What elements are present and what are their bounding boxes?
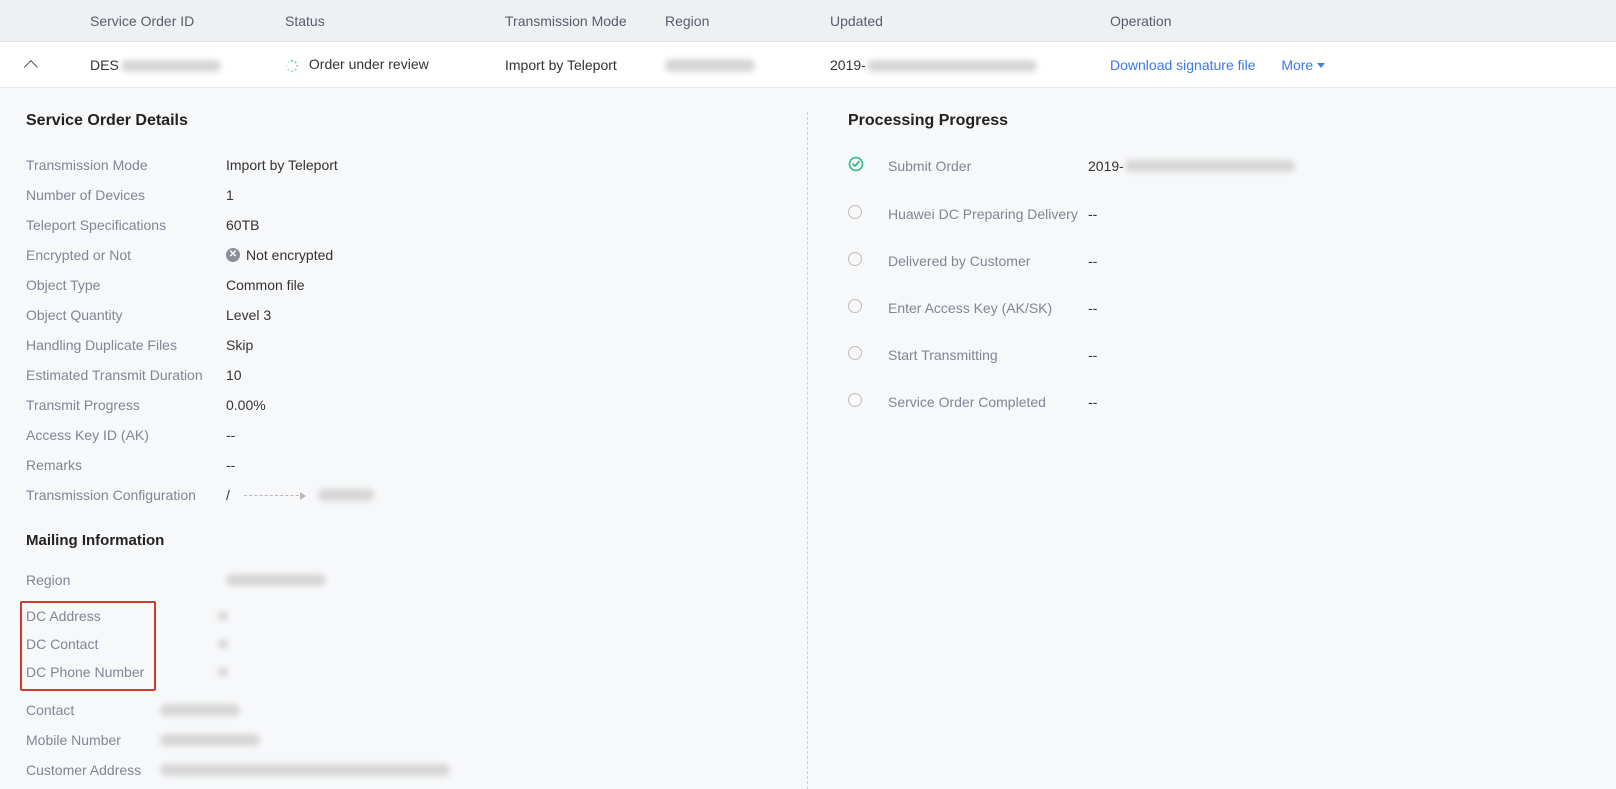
label-dc-contact: DC Contact xyxy=(26,635,98,653)
value-transmission-mode: Import by Teleport xyxy=(226,156,338,174)
value-est-duration: 10 xyxy=(226,366,242,384)
progress-delivered-label: Delivered by Customer xyxy=(888,253,1088,269)
col-header-id: Service Order ID xyxy=(90,13,285,29)
circle-icon xyxy=(848,346,862,360)
redacted-dc-address xyxy=(218,611,228,621)
cell-mode: Import by Teleport xyxy=(505,57,665,73)
circle-icon xyxy=(848,205,862,219)
redacted-submit-time xyxy=(1125,160,1295,172)
id-prefix: DES xyxy=(90,57,119,73)
cell-id: DES xyxy=(90,57,285,73)
label-cust-addr: Customer Address xyxy=(26,761,160,779)
label-dc-address: DC Address xyxy=(26,607,101,625)
label-dup-files: Handling Duplicate Files xyxy=(26,336,226,354)
table-header: Service Order ID Status Transmission Mod… xyxy=(0,0,1616,42)
label-est-duration: Estimated Transmit Duration xyxy=(26,366,226,384)
detail-panel: Service Order Details Transmission ModeI… xyxy=(0,88,1616,789)
redacted-updated xyxy=(867,60,1037,72)
caret-down-icon xyxy=(1317,63,1325,68)
progress-dc-prep-label: Huawei DC Preparing Delivery xyxy=(888,206,1088,222)
redacted-dc-contact xyxy=(218,639,228,649)
cell-status: Order under review xyxy=(285,56,505,72)
value-num-devices: 1 xyxy=(226,186,234,204)
col-header-mode: Transmission Mode xyxy=(505,13,665,29)
label-object-type: Object Type xyxy=(26,276,226,294)
label-mobile: Mobile Number xyxy=(26,731,160,749)
value-encrypted: ✕Not encrypted xyxy=(226,246,333,264)
label-dc-phone: DC Phone Number xyxy=(26,663,144,681)
redacted-config-target xyxy=(318,489,374,501)
arrow-icon xyxy=(244,495,304,496)
progress-complete-label: Service Order Completed xyxy=(888,394,1088,410)
col-header-updated: Updated xyxy=(830,13,1110,29)
circle-icon xyxy=(848,393,862,407)
label-object-qty: Object Quantity xyxy=(26,306,226,324)
circle-icon xyxy=(848,252,862,266)
redacted-contact xyxy=(160,704,240,716)
table-row: DES Order under review Import by Telepor… xyxy=(0,42,1616,88)
progress-complete-value: -- xyxy=(1088,394,1097,410)
collapse-icon[interactable] xyxy=(24,60,38,74)
progress-start-label: Start Transmitting xyxy=(888,347,1088,363)
value-ak: -- xyxy=(226,426,235,444)
spinner-icon xyxy=(285,59,299,73)
label-contact: Contact xyxy=(26,701,160,719)
progress-submit-label: Submit Order xyxy=(888,158,1088,174)
progress-aksk-value: -- xyxy=(1088,300,1097,316)
redacted-mail-region xyxy=(226,574,326,586)
cell-operation: Download signature file More xyxy=(1110,57,1616,73)
progress-aksk-label: Enter Access Key (AK/SK) xyxy=(888,300,1088,316)
col-header-status: Status xyxy=(285,13,505,29)
updated-prefix: 2019- xyxy=(830,57,866,73)
progress-delivered-value: -- xyxy=(1088,253,1097,269)
value-teleport-spec: 60TB xyxy=(226,216,259,234)
mailing-info-title: Mailing Information xyxy=(26,532,777,549)
check-circle-icon xyxy=(848,156,864,172)
cell-region xyxy=(665,57,830,73)
processing-progress-title: Processing Progress xyxy=(848,112,1616,130)
label-num-devices: Number of Devices xyxy=(26,186,226,204)
label-ak: Access Key ID (AK) xyxy=(26,426,226,444)
value-dup-files: Skip xyxy=(226,336,253,354)
redacted-mobile xyxy=(160,734,260,746)
value-object-qty: Level 3 xyxy=(226,306,271,324)
value-trans-config: / xyxy=(226,486,374,504)
col-header-region: Region xyxy=(665,13,830,29)
value-remarks: -- xyxy=(226,456,235,474)
label-encrypted: Encrypted or Not xyxy=(26,246,226,264)
label-mail-region: Region xyxy=(26,571,226,589)
col-header-operation: Operation xyxy=(1110,13,1616,29)
label-transmit-prog: Transmit Progress xyxy=(26,396,226,414)
label-trans-config: Transmission Configuration xyxy=(26,486,226,504)
cell-updated: 2019- xyxy=(830,57,1110,73)
service-order-details-title: Service Order Details xyxy=(26,112,777,130)
label-remarks: Remarks xyxy=(26,456,226,474)
redacted-dc-phone xyxy=(218,667,228,677)
redacted-cust-addr xyxy=(160,764,450,776)
download-signature-link[interactable]: Download signature file xyxy=(1110,57,1256,73)
progress-submit-value: 2019- xyxy=(1088,158,1295,174)
value-transmit-prog: 0.00% xyxy=(226,396,266,414)
redacted-region xyxy=(665,59,755,72)
label-transmission-mode: Transmission Mode xyxy=(26,156,226,174)
dc-info-highlight: DC Address DC Contact DC Phone Number xyxy=(20,601,156,691)
value-object-type: Common file xyxy=(226,276,305,294)
more-label: More xyxy=(1281,57,1313,73)
status-text: Order under review xyxy=(309,56,429,72)
x-icon: ✕ xyxy=(226,248,240,262)
progress-start-value: -- xyxy=(1088,347,1097,363)
circle-icon xyxy=(848,299,862,313)
redacted-id xyxy=(121,60,221,72)
more-dropdown[interactable]: More xyxy=(1281,57,1325,73)
label-teleport-spec: Teleport Specifications xyxy=(26,216,226,234)
progress-dc-prep-value: -- xyxy=(1088,206,1097,222)
